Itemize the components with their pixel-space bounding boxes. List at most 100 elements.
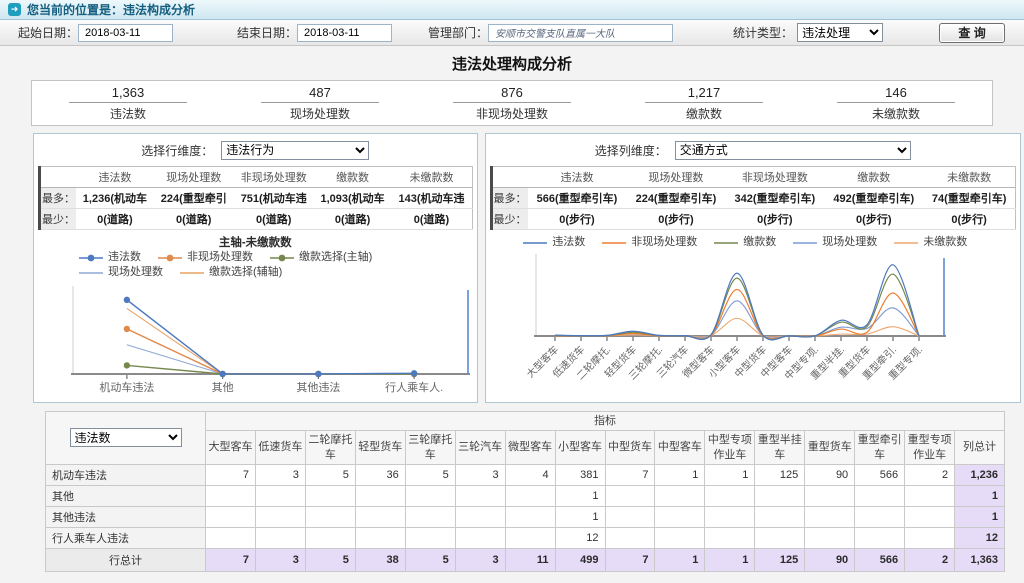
cell — [605, 506, 655, 527]
cell — [655, 485, 705, 506]
legend-item: 非现场处理数 — [157, 250, 253, 265]
stat-type-label: 统计类型： — [733, 24, 793, 41]
legend-item: 违法数 — [522, 235, 585, 250]
cell — [905, 506, 955, 527]
stats-cell: 0(步行) — [528, 209, 627, 230]
stats-cell: 0(道路) — [314, 209, 392, 230]
stats-cell: 0(道路) — [154, 209, 234, 230]
stat-label: 未缴款数 — [800, 105, 992, 122]
summary-stats: 1,363违法数487现场处理数876非现场处理数1,217缴款数146未缴款数 — [31, 80, 993, 126]
cell — [305, 506, 355, 527]
legend-label: 缴款数 — [743, 235, 776, 250]
total-col-header: 列总计 — [955, 431, 1005, 465]
row-total-cell: 1 — [955, 485, 1005, 506]
legend-label: 非现场处理数 — [187, 250, 253, 265]
cell — [805, 506, 855, 527]
total-row-label: 行总计 — [46, 548, 206, 571]
legend-label: 缴款选择(辅轴) — [209, 265, 282, 280]
vehicle-col-header: 重型货车 — [805, 431, 855, 465]
table-row: 其他11 — [46, 485, 1005, 506]
legend-marker-icon — [78, 253, 104, 263]
cell — [505, 485, 555, 506]
cell: 5 — [305, 464, 355, 485]
stat-label: 缴款数 — [608, 105, 800, 122]
legend-marker-icon — [179, 268, 205, 278]
legend-marker-icon — [893, 238, 919, 248]
metric-select[interactable]: 违法数 — [70, 428, 182, 447]
cell — [655, 527, 705, 548]
total-cell: 90 — [805, 548, 855, 571]
summary-stat: 487现场处理数 — [224, 85, 416, 122]
cell: 4 — [505, 464, 555, 485]
cell — [355, 485, 405, 506]
end-date-input[interactable] — [297, 24, 392, 42]
department-input[interactable] — [488, 24, 673, 42]
cell — [206, 506, 256, 527]
cell: 7 — [605, 464, 655, 485]
legend-marker-icon — [713, 238, 739, 248]
cell — [455, 485, 505, 506]
row-total-cell: 1 — [955, 506, 1005, 527]
cell — [855, 527, 905, 548]
legend-marker-icon — [522, 238, 548, 248]
stat-label: 违法数 — [32, 105, 224, 122]
cell — [505, 506, 555, 527]
cell: 125 — [755, 464, 805, 485]
charts-row: 选择行维度： 违法行为 违法数现场处理数非现场处理数缴款数未缴款数最多：1,23… — [33, 133, 1021, 403]
legend-item: 未缴款数 — [893, 235, 967, 250]
stats-cell: 1,236(机动车 — [76, 188, 154, 209]
row-dim-stats-table: 违法数现场处理数非现场处理数缴款数未缴款数最多：1,236(机动车224(重型牵… — [38, 166, 473, 230]
vehicle-col-header: 三轮汽车 — [455, 431, 505, 465]
vehicle-col-header: 微型客车 — [505, 431, 555, 465]
stats-cell: 224(重型牵引车) — [626, 188, 725, 209]
legend-item: 缴款选择(辅轴) — [179, 265, 282, 280]
data-point — [411, 370, 417, 376]
cell — [405, 506, 455, 527]
data-point — [315, 371, 321, 377]
legend-item: 现场处理数 — [792, 235, 877, 250]
legend-label: 未缴款数 — [923, 235, 967, 250]
legend-marker-icon — [78, 268, 104, 278]
x-axis-label: 行人乘车人. — [385, 380, 443, 394]
cell: 381 — [555, 464, 605, 485]
cell: 1 — [705, 464, 755, 485]
cell — [705, 527, 755, 548]
vehicle-col-header: 重型牵引车 — [855, 431, 905, 465]
stats-cell: 0(步行) — [923, 209, 1015, 230]
cell: 12 — [555, 527, 605, 548]
stats-col-header: 未缴款数 — [391, 167, 472, 188]
column-dimension-select[interactable]: 交通方式 — [675, 141, 911, 160]
series-line-违法数 — [127, 300, 414, 374]
legend-item: 现场处理数 — [78, 265, 163, 280]
query-button[interactable]: 查 询 — [939, 23, 1005, 43]
row-dimension-select[interactable]: 违法行为 — [221, 141, 369, 160]
stat-value: 487 — [261, 85, 379, 103]
stats-cell: 0(道路) — [234, 209, 314, 230]
stats-col-header: 缴款数 — [314, 167, 392, 188]
breadcrumb-page: 违法构成分析 — [123, 1, 195, 18]
cell — [655, 506, 705, 527]
stat-type-select[interactable]: 违法处理 — [797, 23, 883, 42]
stats-col-header: 非现场处理数 — [234, 167, 314, 188]
stats-row-label: 最多： — [491, 188, 528, 209]
cell — [455, 527, 505, 548]
grand-total-row: 行总计7353853114997111259056621,363 — [46, 548, 1005, 571]
col-dim-label: 选择列维度： — [595, 142, 667, 159]
total-cell: 5 — [405, 548, 455, 571]
legend-marker-icon — [157, 253, 183, 263]
series-line-非现场处理数 — [127, 329, 414, 374]
row-total-cell: 1,236 — [955, 464, 1005, 485]
cell — [305, 527, 355, 548]
vehicle-col-header: 大型客车 — [206, 431, 256, 465]
vehicle-col-header: 中型客车 — [655, 431, 705, 465]
stats-cell: 0(步行) — [626, 209, 725, 230]
series-line-缴款选择(辅轴) — [127, 308, 414, 374]
stats-col-header: 非现场处理数 — [725, 167, 824, 188]
stats-cell: 342(重型牵引车) — [725, 188, 824, 209]
cell — [355, 506, 405, 527]
stats-col-header: 未缴款数 — [923, 167, 1015, 188]
vehicle-col-header: 轻型货车 — [355, 431, 405, 465]
start-date-input[interactable] — [78, 24, 173, 42]
cell: 3 — [255, 464, 305, 485]
stats-col-header: 现场处理数 — [154, 167, 234, 188]
